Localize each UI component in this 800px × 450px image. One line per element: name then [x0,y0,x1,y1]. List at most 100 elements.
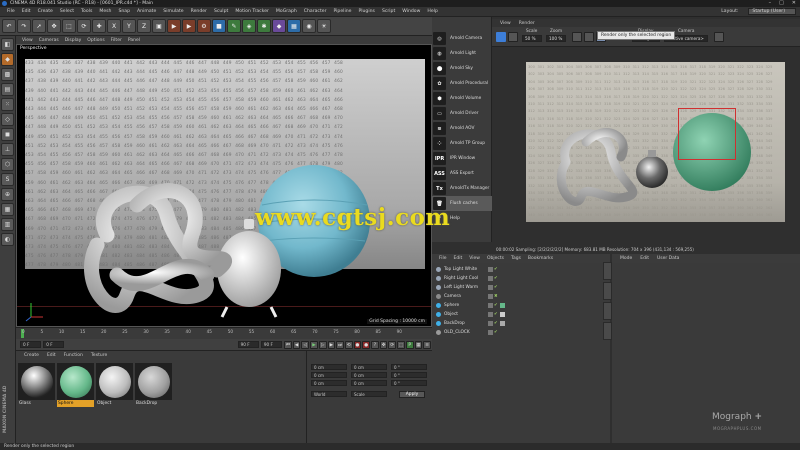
pos-y-field[interactable]: 0 cm [311,372,347,378]
menu-help[interactable]: Help [427,9,437,14]
apply-button[interactable]: Apply [399,391,425,398]
viewport-menu-display[interactable]: Display [65,38,82,43]
locked-workplane-icon[interactable]: ▦ [1,203,14,216]
size-x-field[interactable]: 0 cm [351,364,387,370]
menu-select[interactable]: Select [60,9,74,14]
ipr-pause-icon[interactable] [508,32,518,42]
tweak-mode-icon[interactable]: ⬡ [1,158,14,171]
pos-z-field[interactable]: 0 cm [311,380,347,386]
object-menu-tags[interactable]: Tags [511,256,521,261]
maximize-icon[interactable]: □ [779,0,784,7]
record-icon[interactable]: ● [353,340,362,349]
material-menu-create[interactable]: Create [24,353,39,358]
coordinate-system-icon[interactable]: ▣ [152,19,166,33]
enabled-check-icon[interactable]: ✔ [494,330,498,335]
prev-key-icon[interactable]: ◀ [292,340,301,349]
perspective-viewport[interactable]: 433 434 435 436 437 438 439 440 441 442 … [16,44,432,327]
camera-icon[interactable]: ◉ [302,19,316,33]
object-row-left-light[interactable]: Left Light Warm ✔ [436,283,608,291]
viewport-menu-filter[interactable]: Filter [111,38,122,43]
frame-start-field[interactable]: 0 F [20,341,42,348]
arnold-volume-item[interactable]: ⬢ Arnold Volume [432,91,492,106]
key-pla-icon[interactable]: ▦ [414,340,423,349]
ipr-render-view[interactable]: 300 301 302 303 304 305 306 307 308 309 … [526,62,785,222]
ipr-snapshot-icon[interactable] [572,32,582,42]
model-mode-icon[interactable]: ◆ [1,53,14,66]
menu-tools[interactable]: Tools [81,9,92,14]
move-icon[interactable]: ✥ [47,19,61,33]
timeline-ruler[interactable]: 0 5 10 15 20 25 30 35 40 45 50 55 60 65 70 75 80 85 90 [16,327,432,339]
scale-field[interactable]: 50 % [522,35,542,42]
rotate-icon[interactable]: ⟳ [77,19,91,33]
arnold-aov-item[interactable]: ≋ Arnold AOV [432,121,492,136]
arnold-light-item[interactable]: ◍ Arnold Light [432,46,492,61]
size-z-field[interactable]: 0 cm [351,380,387,386]
render-settings-icon[interactable]: ⚙ [197,19,211,33]
arnold-tp-group-item[interactable]: ⁘ Arnold TP Group [432,136,492,151]
ipr-menu-view[interactable]: View [500,21,511,26]
material-sphere[interactable]: Sphere [57,363,94,407]
cloner-icon[interactable]: ✱ [257,19,271,33]
next-frame-icon[interactable]: ▷ [318,340,327,349]
minimize-icon[interactable]: – [769,0,772,7]
side-tab-structure[interactable] [603,322,612,340]
viewport-menu-panel[interactable]: Panel [128,38,140,43]
key-rotation-icon[interactable]: ⟳ [388,340,397,349]
arnold-sky-item[interactable]: ⬤ Arnold Sky [432,61,492,76]
redo-icon[interactable]: ↷ [17,19,31,33]
visibility-dots[interactable] [488,293,493,299]
object-menu-bookmarks[interactable]: Bookmarks [528,256,553,261]
y-axis-icon[interactable]: Y [122,19,136,33]
arnoldtx-manager-item[interactable]: Tx ArnoldTx Manager [432,181,492,196]
object-row-right-light[interactable]: Right Light Cool ✔ [436,274,608,282]
material-object[interactable]: Object [96,363,133,407]
key-scale-icon[interactable]: ⬚ [397,340,405,349]
visibility-dots[interactable] [488,311,493,317]
deformer-icon[interactable]: ◆ [272,19,286,33]
autokey-icon[interactable]: ● [362,340,371,349]
go-to-end-icon[interactable]: ⏭ [336,340,344,349]
solo-icon[interactable]: ◐ [1,233,14,246]
visibility-dots[interactable] [488,275,493,281]
side-tab-content-browser[interactable] [603,302,612,320]
object-row-top-light[interactable]: Top Light White ✔ [436,265,608,273]
menu-mograph[interactable]: MoGraph [276,9,297,14]
enabled-check-icon[interactable]: ✔ [494,267,498,272]
menu-plugins[interactable]: Plugins [358,9,374,14]
make-editable-icon[interactable]: ◧ [1,38,14,51]
menu-snap[interactable]: Snap [118,9,130,14]
viewport-menu-view[interactable]: View [22,38,33,43]
ipr-camera-icon[interactable] [714,32,724,42]
attr-menu-mode[interactable]: Mode [620,256,632,261]
visibility-dots[interactable] [488,320,493,326]
enabled-check-icon[interactable]: ✔ [494,276,498,281]
object-menu-objects[interactable]: Objects [487,256,504,261]
polygons-mode-icon[interactable]: ◼ [1,128,14,141]
material-backdrop[interactable]: BackDrop [135,363,172,407]
object-row-sphere[interactable]: Sphere ✔ [436,301,608,309]
texture-mode-icon[interactable]: ▩ [1,68,14,81]
ass-export-item[interactable]: ASS ASS Export [432,166,492,181]
knot-object[interactable] [84,183,232,313]
workplane-icon[interactable]: ▤ [1,83,14,96]
viewport-menu-cameras[interactable]: Cameras [39,38,59,43]
object-row-object[interactable]: Object ✔ [436,310,608,318]
render-view-icon[interactable]: ▶ [167,19,181,33]
arnold-procedural-item[interactable]: ✿ Arnold Procedural [432,76,492,91]
attr-menu-edit[interactable]: Edit [640,256,649,261]
frame-max-field[interactable]: 90 F [237,341,259,348]
scale-mode-dropdown[interactable]: Scale [351,391,387,397]
ipr-play-icon[interactable] [496,32,506,42]
menu-file[interactable]: File [7,9,15,14]
play-icon[interactable]: ▶ [310,340,318,349]
zoom-field[interactable]: 100 % [546,35,566,42]
coord-system-dropdown[interactable]: World [311,391,347,397]
planar-workplane-icon[interactable]: ▥ [1,218,14,231]
enabled-check-icon[interactable]: ✔ [494,285,498,290]
menu-mesh[interactable]: Mesh [99,9,111,14]
menu-render[interactable]: Render [191,9,207,14]
enabled-check-icon[interactable]: ✖ [494,294,498,299]
attr-menu-user-data[interactable]: User Data [657,256,679,261]
rot-p-field[interactable]: 0 ° [391,372,427,378]
enabled-check-icon[interactable]: ✔ [494,303,498,308]
